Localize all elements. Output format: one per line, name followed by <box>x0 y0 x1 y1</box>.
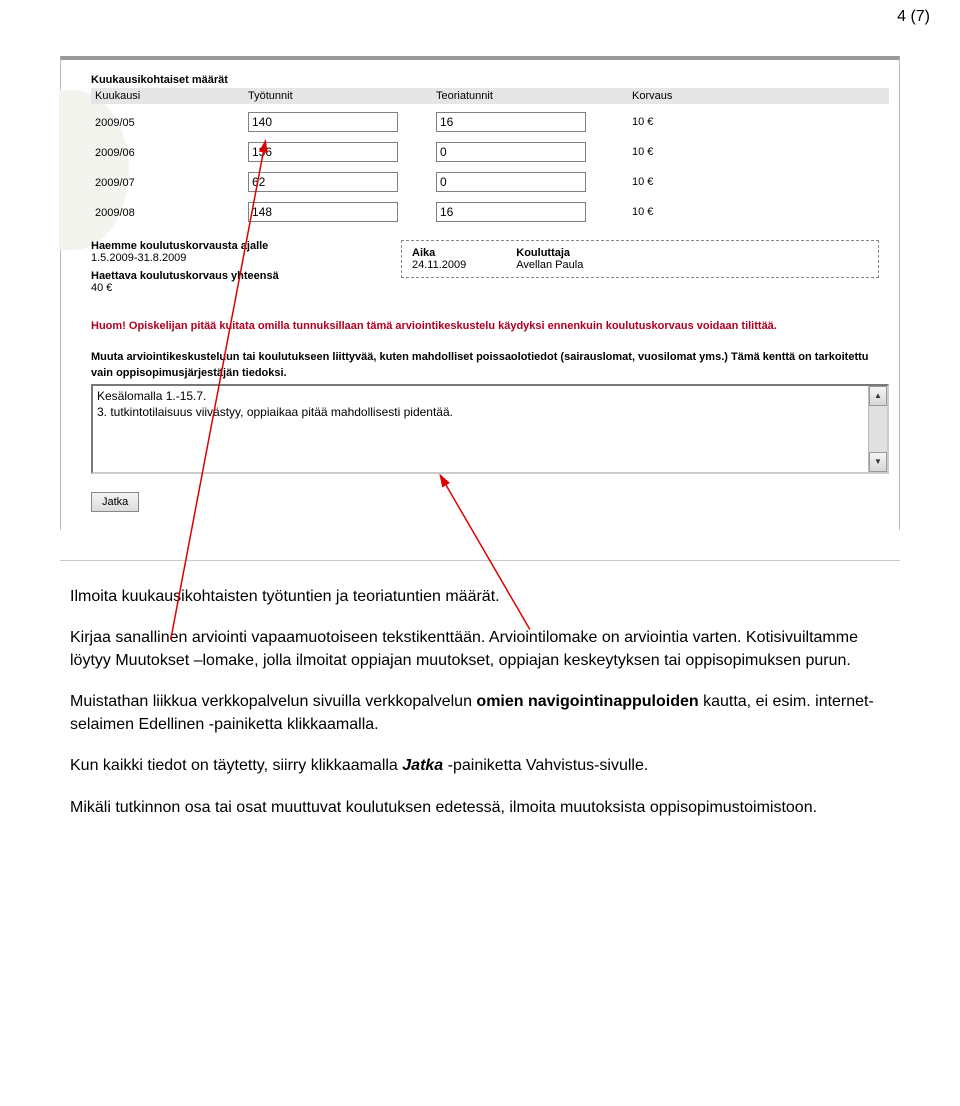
cell-month: 2009/07 <box>91 173 244 191</box>
page-number: 4 (7) <box>0 0 960 26</box>
col-header-korvaus: Korvaus <box>628 88 816 104</box>
text-span: -painiketta Vahvistus-sivulle. <box>443 757 648 774</box>
table-header-row: Kuukausi Työtunnit Teoriatunnit Korvaus <box>91 88 889 104</box>
tyotunnit-input[interactable] <box>248 172 398 192</box>
instruction-paragraph: Ilmoita kuukausikohtaisten työtuntien ja… <box>70 585 890 608</box>
table-row: 2009/07 10 € <box>91 170 889 194</box>
instruction-paragraph: Muistathan liikkua verkkopalvelun sivuil… <box>70 690 890 736</box>
cell-korvaus: 10 € <box>628 144 816 160</box>
instruction-paragraph: Mikäli tutkinnon osa tai osat muuttuvat … <box>70 796 890 819</box>
aika-value: 24.11.2009 <box>412 259 466 271</box>
instruction-paragraph: Kirjaa sanallinen arviointi vapaamuotois… <box>70 626 890 672</box>
cell-korvaus: 10 € <box>628 114 816 130</box>
teoriatunnit-input[interactable] <box>436 142 586 162</box>
text-bold: omien navigointinappuloiden <box>476 693 698 710</box>
table-row: 2009/08 10 € <box>91 200 889 224</box>
scroll-down-icon[interactable]: ▼ <box>869 452 887 472</box>
tyotunnit-input[interactable] <box>248 112 398 132</box>
total-label: Haettava koulutuskorvaus yhteensä <box>91 270 371 282</box>
horizontal-rule <box>60 560 900 561</box>
col-header-teoriatunnit: Teoriatunnit <box>432 88 628 104</box>
cell-month: 2009/05 <box>91 113 244 131</box>
aika-label: Aika <box>412 247 466 259</box>
kouluttaja-value: Avellan Paula <box>516 259 583 271</box>
instruction-text: Ilmoita kuukausikohtaisten työtuntien ja… <box>70 585 890 819</box>
amounts-title: Kuukausikohtaiset määrät <box>91 74 889 86</box>
col-header-tyotunnit: Työtunnit <box>244 88 432 104</box>
table-row: 2009/06 10 € <box>91 140 889 164</box>
teoriatunnit-input[interactable] <box>436 112 586 132</box>
text-span: Muistathan liikkua verkkopalvelun sivuil… <box>70 693 476 710</box>
col-header-kuukausi: Kuukausi <box>91 88 244 104</box>
tyotunnit-input[interactable] <box>248 202 398 222</box>
cell-month: 2009/08 <box>91 203 244 221</box>
signature-box: Aika 24.11.2009 Kouluttaja Avellan Paula <box>401 240 879 278</box>
apply-period-value: 1.5.2009-31.8.2009 <box>91 252 371 264</box>
total-value: 40 € <box>91 282 371 294</box>
text-bold-italic: Jatka <box>402 757 443 774</box>
cell-month: 2009/06 <box>91 143 244 161</box>
form-screenshot: Kuukausikohtaiset määrät Kuukausi Työtun… <box>60 56 900 530</box>
red-notice: Huom! Opiskelijan pitää kuitata omilla t… <box>91 318 889 335</box>
text-span: Kun kaikki tiedot on täytetty, siirry kl… <box>70 757 402 774</box>
instruction-paragraph: Kun kaikki tiedot on täytetty, siirry kl… <box>70 754 890 777</box>
tyotunnit-input[interactable] <box>248 142 398 162</box>
teoriatunnit-input[interactable] <box>436 202 586 222</box>
cell-korvaus: 10 € <box>628 174 816 190</box>
jatka-button[interactable]: Jatka <box>91 492 139 512</box>
table-row: 2009/05 10 € <box>91 110 889 134</box>
scrollbar[interactable]: ▲ ▼ <box>868 386 887 472</box>
other-info-label: Muuta arviointikeskusteluun tai koulutuk… <box>91 349 889 382</box>
kouluttaja-label: Kouluttaja <box>516 247 583 259</box>
teoriatunnit-input[interactable] <box>436 172 586 192</box>
apply-period-label: Haemme koulutuskorvausta ajalle <box>91 240 371 252</box>
cell-korvaus: 10 € <box>628 204 816 220</box>
scroll-up-icon[interactable]: ▲ <box>869 386 887 406</box>
other-info-textarea[interactable] <box>93 386 868 472</box>
